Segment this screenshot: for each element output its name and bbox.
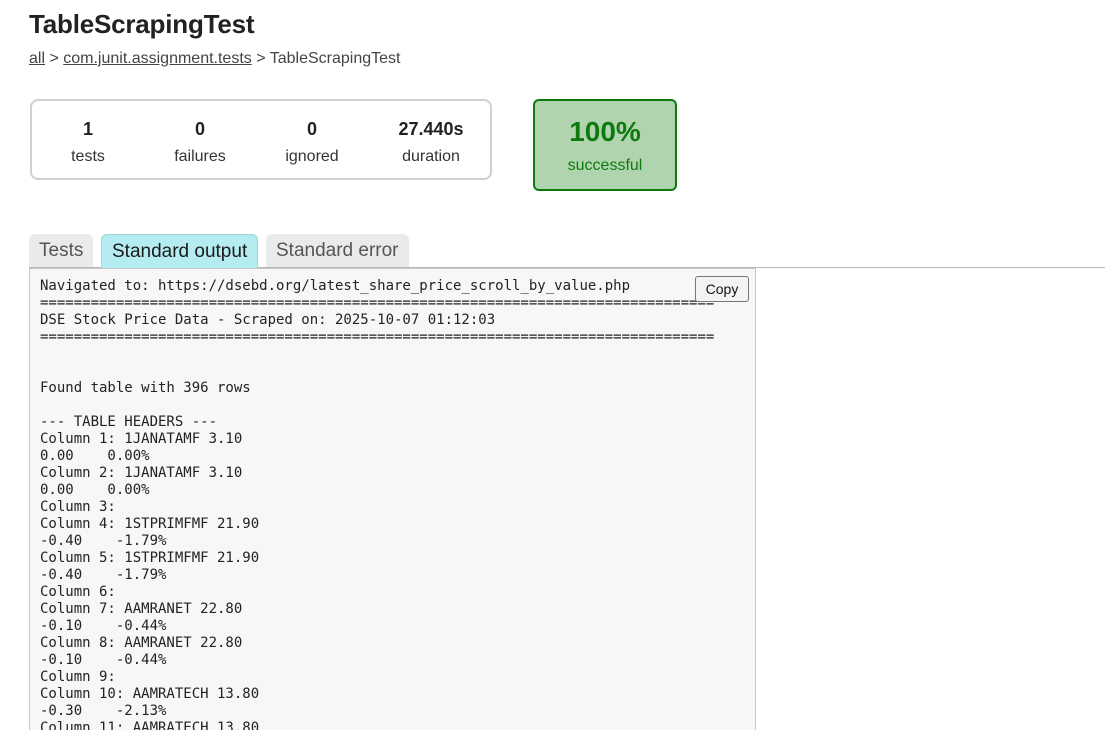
test-report-page: TableScrapingTest all > com.junit.assign… xyxy=(0,0,1105,730)
success-label: successful xyxy=(567,157,643,174)
counter-label: tests xyxy=(71,148,105,165)
standard-output-panel[interactable]: Navigated to: https://dsebd.org/latest_s… xyxy=(29,268,756,730)
copy-button[interactable]: Copy xyxy=(695,276,749,302)
counter-value: 1 xyxy=(82,119,93,139)
standard-output-text: Navigated to: https://dsebd.org/latest_s… xyxy=(40,278,715,730)
breadcrumb-separator: > xyxy=(45,50,64,67)
breadcrumb-current: TableScrapingTest xyxy=(269,50,401,67)
page-title: TableScrapingTest xyxy=(29,9,255,39)
breadcrumb: all > com.junit.assignment.tests > Table… xyxy=(29,50,400,68)
tab-tests[interactable]: Tests xyxy=(29,234,94,267)
breadcrumb-link-all[interactable]: all xyxy=(29,50,45,67)
success-rate-box: 100% successful xyxy=(533,99,677,191)
counter-label: failures xyxy=(174,148,226,165)
counter-label: duration xyxy=(402,148,460,165)
counter-value: 0 xyxy=(306,119,317,139)
breadcrumb-link-package[interactable]: com.junit.assignment.tests xyxy=(63,50,252,67)
counter-label: ignored xyxy=(285,148,339,165)
tab-standard-error[interactable]: Standard error xyxy=(266,234,409,267)
success-percent: 100% xyxy=(569,116,641,147)
breadcrumb-separator: > xyxy=(251,50,270,67)
tab-bar: Tests Standard output Standard error xyxy=(29,233,1105,268)
counter-value: 27.440s xyxy=(398,119,464,139)
tab-standard-output[interactable]: Standard output xyxy=(101,234,259,268)
summary-box: 1 tests 0 failures 0 ignored 27.440s dur… xyxy=(30,99,492,180)
counter-value: 0 xyxy=(194,119,205,139)
